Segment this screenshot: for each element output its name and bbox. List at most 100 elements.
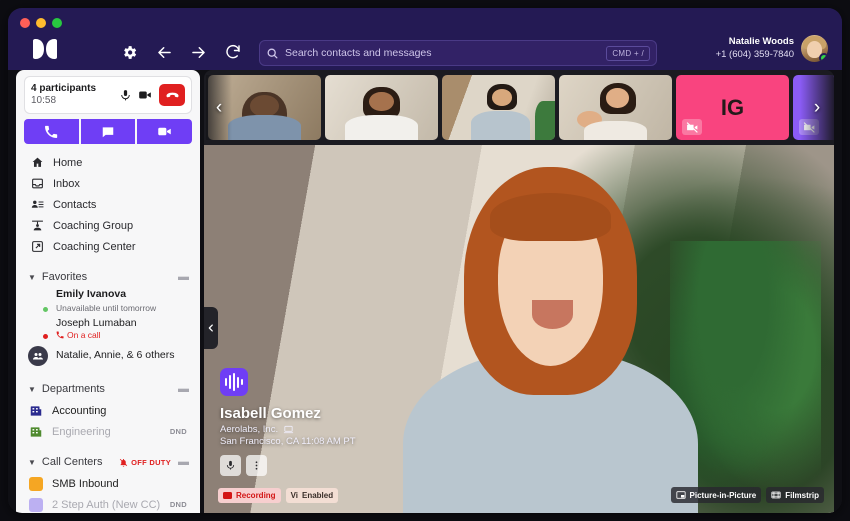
caller-actions [220,455,356,476]
vi-enabled-chip: Vi Enabled [286,488,339,503]
user-phone: +1 (604) 359-7840 [716,49,794,61]
caller-name: Isabell Gomez [220,405,356,423]
search-input[interactable] [285,47,606,59]
sidebar-item-contacts[interactable]: Contacts [16,194,200,215]
caller-more-button[interactable] [246,455,267,476]
body-area: 4 participants 10:58 [8,70,842,513]
chevron-down-icon: ▼ [28,458,36,467]
window-traffic-lights [20,18,62,28]
video-speaker [456,167,645,513]
title-bar: CMD + / Natalie Woods +1 (604) 359-7840 [8,8,842,70]
section-header-departments[interactable]: ▼ Departments ▬ [16,378,200,400]
sidebar-item-coaching-center[interactable]: Coaching Center [16,236,200,257]
list-item[interactable]: Emily Ivanova Unavailable until tomorrow [16,288,200,315]
minimize-window-button[interactable] [36,18,46,28]
participant-thumb-2[interactable] [325,75,438,140]
sidebar-item-smb-inbound[interactable]: SMB Inbound [16,473,200,494]
drag-handle-icon[interactable]: ▬ [178,383,188,395]
bell-off-icon [119,458,128,467]
speaker-fringe [490,193,611,241]
recording-label: Recording [236,491,276,500]
section-title: Favorites [42,271,178,283]
call-participants-count: 4 participants [31,83,115,96]
vi-label: Enabled [302,491,333,500]
filmstrip-prev-button[interactable]: ‹ [206,75,232,140]
message-icon[interactable] [81,119,136,144]
department-icon [29,425,43,439]
sidebar-item-accounting[interactable]: Accounting [16,400,200,421]
video-camera-icon[interactable] [135,85,155,105]
list-item-text: Joseph Lumaban On a call [56,317,137,340]
search-bar[interactable]: CMD + / [259,40,657,66]
microphone-icon[interactable] [115,85,135,105]
dnd-badge: DND [170,427,187,436]
sidebar-item-2-step-auth[interactable]: 2 Step Auth (New CC) DND [16,494,200,513]
laptop-icon [283,424,294,435]
contacts-icon [30,198,44,212]
sidebar-item-label: Home [53,157,82,169]
department-label: Accounting [52,405,187,417]
voice-waveform-icon [220,368,248,396]
presence-indicator [42,306,49,313]
sidebar-item-coaching-group[interactable]: Coaching Group [16,215,200,236]
search-shortcut-hint: CMD + / [606,46,650,61]
user-profile[interactable]: Natalie Woods +1 (604) 359-7840 [716,35,828,62]
contact-status-wrap: On a call [56,330,137,340]
chevron-left-icon [206,323,216,333]
list-item[interactable]: Natalie, Annie, & 6 others [16,342,200,369]
speaker-smile [532,300,574,329]
section-header-call-centers[interactable]: ▼ Call Centers OFF DUTY ▬ [16,451,200,473]
call-center-color-swatch [29,498,43,512]
sidebar-item-home[interactable]: Home [16,152,200,173]
filmstrip-button[interactable]: Filmstrip [766,487,824,503]
group-avatar [28,346,48,366]
filmstrip-icon [771,490,781,500]
filmstrip-next-button[interactable]: › [800,75,834,140]
presence-indicator [819,53,828,62]
call-center-color-swatch [29,477,43,491]
chevron-down-icon: ▼ [28,273,36,282]
drag-handle-icon[interactable]: ▬ [178,271,188,283]
chevron-down-icon: ▼ [28,385,36,394]
home-icon [30,156,44,170]
arrow-left-icon[interactable] [153,41,175,63]
recording-chip: Recording [218,488,281,503]
main-video-feed[interactable]: Isabell Gomez Aerolabs, Inc. San Francis… [204,145,834,513]
arrow-right-icon[interactable] [187,41,209,63]
phone-icon[interactable] [24,119,79,144]
sidebar-item-inbox[interactable]: Inbox [16,173,200,194]
contact-name: Joseph Lumaban [56,317,137,329]
maximize-window-button[interactable] [52,18,62,28]
section-header-favorites[interactable]: ▼ Favorites ▬ [16,266,200,288]
status-chips: Recording Vi Enabled [218,488,338,503]
mute-caller-button[interactable] [220,455,241,476]
video-off-icon [682,119,702,135]
close-window-button[interactable] [20,18,30,28]
call-center-label: 2 Step Auth (New CC) [52,499,161,511]
drag-handle-icon[interactable]: ▬ [178,456,188,468]
app-window: CMD + / Natalie Woods +1 (604) 359-7840 … [8,8,842,513]
section-title: Call Centers [42,456,119,468]
participant-thumb-ig[interactable]: IG [676,75,789,140]
participant-filmstrip: ‹ [204,70,834,145]
sidebar-item-label: Coaching Center [53,241,136,253]
coaching-group-icon [30,219,44,233]
collapse-sidebar-handle[interactable] [204,307,218,349]
participant-thumb-3[interactable] [442,75,555,140]
video-camera-icon[interactable] [137,119,192,144]
participant-thumb-4[interactable] [559,75,672,140]
list-item-text: Emily Ivanova Unavailable until tomorrow [56,288,188,314]
picture-in-picture-button[interactable]: Picture-in-Picture [671,487,762,503]
department-icon [29,404,43,418]
end-call-icon[interactable] [159,84,185,106]
off-duty-badge[interactable]: OFF DUTY [119,458,171,467]
pip-icon [676,490,686,500]
sidebar: 4 participants 10:58 [16,70,200,513]
reload-icon[interactable] [222,41,244,63]
list-item[interactable]: Joseph Lumaban On a call [16,315,200,342]
sidebar-item-engineering[interactable]: Engineering DND [16,421,200,442]
avatar[interactable] [801,35,828,62]
active-call-widget[interactable]: 4 participants 10:58 [24,76,192,114]
gear-icon[interactable] [118,41,140,63]
sidebar-item-label: Coaching Group [53,220,133,232]
